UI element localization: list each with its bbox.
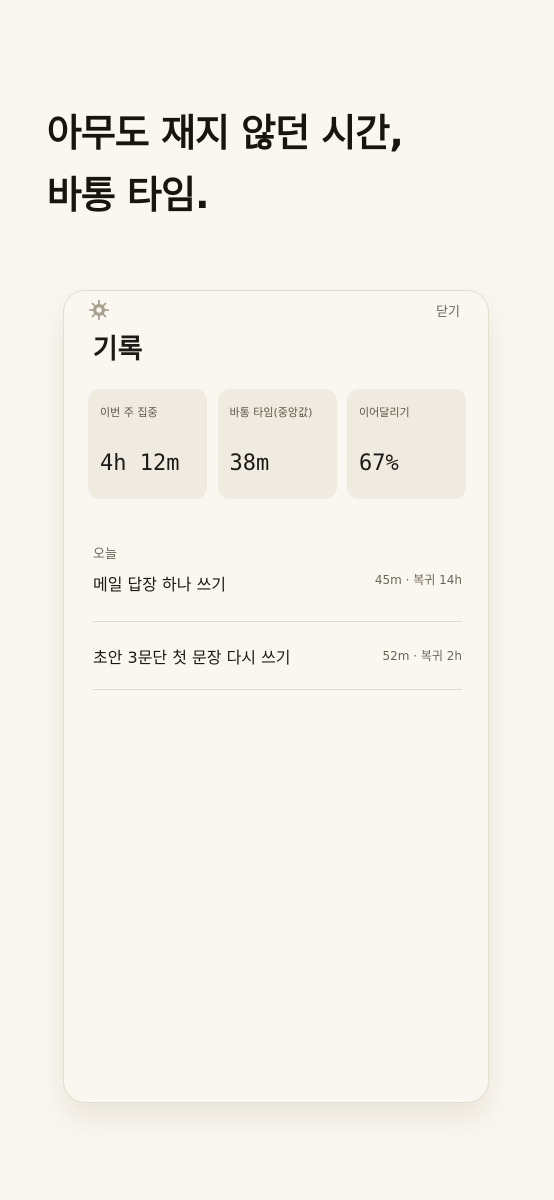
stat-card-weekly-focus: 이번 주 집중 4h 12m (88, 389, 207, 499)
stat-label: 이번 주 집중 (100, 406, 158, 419)
stat-card-baton-time: 바통 타임(중앙값) 38m (217, 389, 337, 499)
phone-mockup: 닫기 기록 이번 주 집중 4h 12m 바통 타임(중앙값) 38m 이어달리… (63, 290, 489, 1103)
stat-card-relay-rate: 이어달리기 67% (347, 389, 466, 499)
list-item[interactable]: 초안 3문단 첫 문장 다시 쓰기 52m · 복귀 2h (93, 622, 462, 690)
list-item-meta: 52m · 복귀 2h (382, 649, 462, 663)
stat-label: 바통 타임(중앙값) (229, 406, 313, 419)
stats-row: 이번 주 집중 4h 12m 바통 타임(중앙값) 38m 이어달리기 67% (88, 389, 466, 499)
today-list: 메일 답장 하나 쓰기 45m · 복귀 14h 초안 3문단 첫 문장 다시 … (93, 571, 462, 690)
stat-label: 이어달리기 (359, 406, 410, 419)
headline-line-1: 아무도 재지 않던 시간, (47, 111, 404, 155)
stat-value: 4h 12m (100, 451, 180, 476)
list-item-title: 메일 답장 하나 쓰기 (93, 575, 227, 594)
close-button[interactable]: 닫기 (436, 301, 460, 320)
screen-title: 기록 (93, 334, 143, 365)
list-item-meta: 45m · 복귀 14h (374, 573, 462, 587)
headline-line-2: 바통 타임. (47, 173, 210, 217)
list-item[interactable]: 메일 답장 하나 쓰기 45m · 복귀 14h (93, 571, 462, 622)
stat-value: 67% (359, 451, 399, 476)
stat-value: 38m (229, 451, 270, 476)
headline: 아무도 재지 않던 시간, 바통 타임. (47, 102, 404, 226)
gear-icon[interactable] (88, 299, 110, 321)
section-label-today: 오늘 (93, 547, 117, 562)
list-item-title: 초안 3문단 첫 문장 다시 쓰기 (93, 647, 291, 667)
